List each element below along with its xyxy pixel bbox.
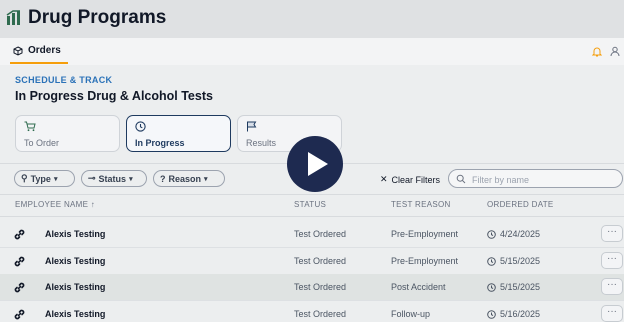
clock-icon: [487, 309, 496, 319]
status-card-label: In Progress: [135, 138, 185, 148]
test-reason-cell: Pre-Employment: [391, 256, 459, 266]
app-window: Drug Programs Orders SCHEDULE & TRACK In…: [0, 0, 624, 322]
search-field[interactable]: [448, 169, 623, 188]
status-card-label: To Order: [24, 138, 60, 148]
row-actions-button[interactable]: ···: [601, 225, 623, 242]
employee-name: Alexis Testing: [45, 282, 106, 292]
link-icon: [14, 229, 25, 240]
status-card-in-progress[interactable]: In Progress: [126, 115, 231, 152]
filter-type-label: Type: [30, 173, 51, 184]
filter-status-dropdown[interactable]: ⊸ Status ▾: [81, 170, 147, 187]
cart-icon: [24, 121, 36, 132]
filter-type-dropdown[interactable]: ⚲ Type ▾: [14, 170, 75, 187]
ordered-date-label: 5/15/2025: [500, 282, 541, 292]
status-icon: ⊸: [88, 173, 96, 183]
top-bar: Drug Programs: [0, 0, 624, 38]
status-cell: Test Ordered: [294, 256, 347, 266]
section-eyebrow: SCHEDULE & TRACK: [15, 75, 113, 85]
row-actions-button[interactable]: ···: [601, 252, 623, 269]
test-reason-cell: Post Accident: [391, 282, 446, 292]
clock-icon: [487, 229, 496, 239]
clear-filters-label: Clear Filters: [391, 174, 441, 185]
ordered-date-cell: 4/24/2025: [487, 229, 540, 239]
link-icon: [14, 256, 25, 267]
table-header: EMPLOYEE NAME ↑ STATUS TEST REASON ORDER…: [0, 194, 624, 217]
status-cell: Test Ordered: [294, 282, 347, 292]
status-card-label: Results: [246, 138, 277, 148]
ordered-date-label: 5/16/2025: [500, 309, 541, 319]
column-header-test-reason[interactable]: TEST REASON: [391, 200, 451, 209]
chevron-down-icon: ▾: [129, 175, 133, 183]
tab-orders[interactable]: Orders: [13, 45, 61, 56]
question-circle-icon: ?: [160, 173, 166, 184]
tab-orders-label: Orders: [28, 45, 61, 56]
column-header-ordered-date[interactable]: ORDERED DATE: [487, 200, 554, 209]
app-title: Drug Programs: [28, 7, 167, 28]
clock-icon: [487, 256, 496, 266]
active-tab-indicator: [10, 62, 68, 64]
test-reason-cell: Follow-up: [391, 309, 431, 319]
sort-ascending-icon: ↑: [90, 200, 96, 209]
row-actions-button[interactable]: ···: [601, 305, 623, 322]
clock-icon: [135, 121, 146, 132]
status-cell: Test Ordered: [294, 309, 347, 319]
column-header-employee-name[interactable]: EMPLOYEE NAME ↑: [15, 200, 95, 209]
flag-icon: [247, 121, 257, 132]
page-title: In Progress Drug & Alcohol Tests: [15, 89, 213, 103]
employee-name: Alexis Testing: [45, 309, 106, 319]
ordered-date-label: 5/15/2025: [500, 256, 541, 266]
box-icon: [13, 45, 23, 56]
clock-icon: [487, 282, 496, 292]
chevron-down-icon: ▾: [204, 175, 208, 183]
status-cell: Test Ordered: [294, 229, 347, 239]
ordered-date-cell: 5/16/2025: [487, 309, 540, 319]
table-row[interactable]: Alexis Testing Test Ordered Pre-Employme…: [0, 248, 624, 275]
table-row[interactable]: Alexis Testing Test Ordered Pre-Employme…: [0, 221, 624, 248]
play-icon: [308, 152, 328, 176]
row-actions-button[interactable]: ···: [601, 278, 623, 295]
link-icon: [14, 309, 25, 320]
employee-name: Alexis Testing: [45, 256, 106, 266]
chevron-down-icon: ▾: [53, 175, 58, 183]
test-reason-cell: Pre-Employment: [391, 229, 459, 239]
column-header-label: EMPLOYEE NAME: [15, 200, 89, 209]
table-row[interactable]: Alexis Testing Test Ordered Post Acciden…: [0, 274, 624, 301]
ordered-date-cell: 5/15/2025: [487, 282, 540, 292]
app-logo-icon: [6, 10, 20, 25]
bell-icon[interactable]: [592, 46, 602, 57]
search-icon: [456, 174, 466, 184]
link-icon: [14, 282, 25, 293]
search-input[interactable]: [470, 172, 619, 187]
clear-filters-button[interactable]: ✕ Clear Filters: [380, 174, 440, 185]
table-row[interactable]: Alexis Testing Test Ordered Follow-up 5/…: [0, 301, 624, 322]
column-header-status[interactable]: STATUS: [294, 200, 326, 209]
close-icon: ✕: [380, 174, 388, 184]
employee-name: Alexis Testing: [45, 229, 106, 239]
ordered-date-label: 4/24/2025: [500, 229, 541, 239]
sub-navigation: Orders: [0, 38, 624, 66]
filter-status-label: Status: [98, 173, 127, 184]
main-panel: SCHEDULE & TRACK In Progress Drug & Alco…: [0, 65, 624, 322]
video-play-button[interactable]: [287, 136, 343, 192]
filter-reason-dropdown[interactable]: ? Reason ▾: [153, 170, 225, 187]
status-card-to-order[interactable]: To Order: [15, 115, 120, 152]
filter-reason-label: Reason: [168, 173, 202, 184]
users-icon[interactable]: [610, 46, 622, 57]
tag-icon: ⚲: [21, 173, 28, 183]
ordered-date-cell: 5/15/2025: [487, 256, 540, 266]
